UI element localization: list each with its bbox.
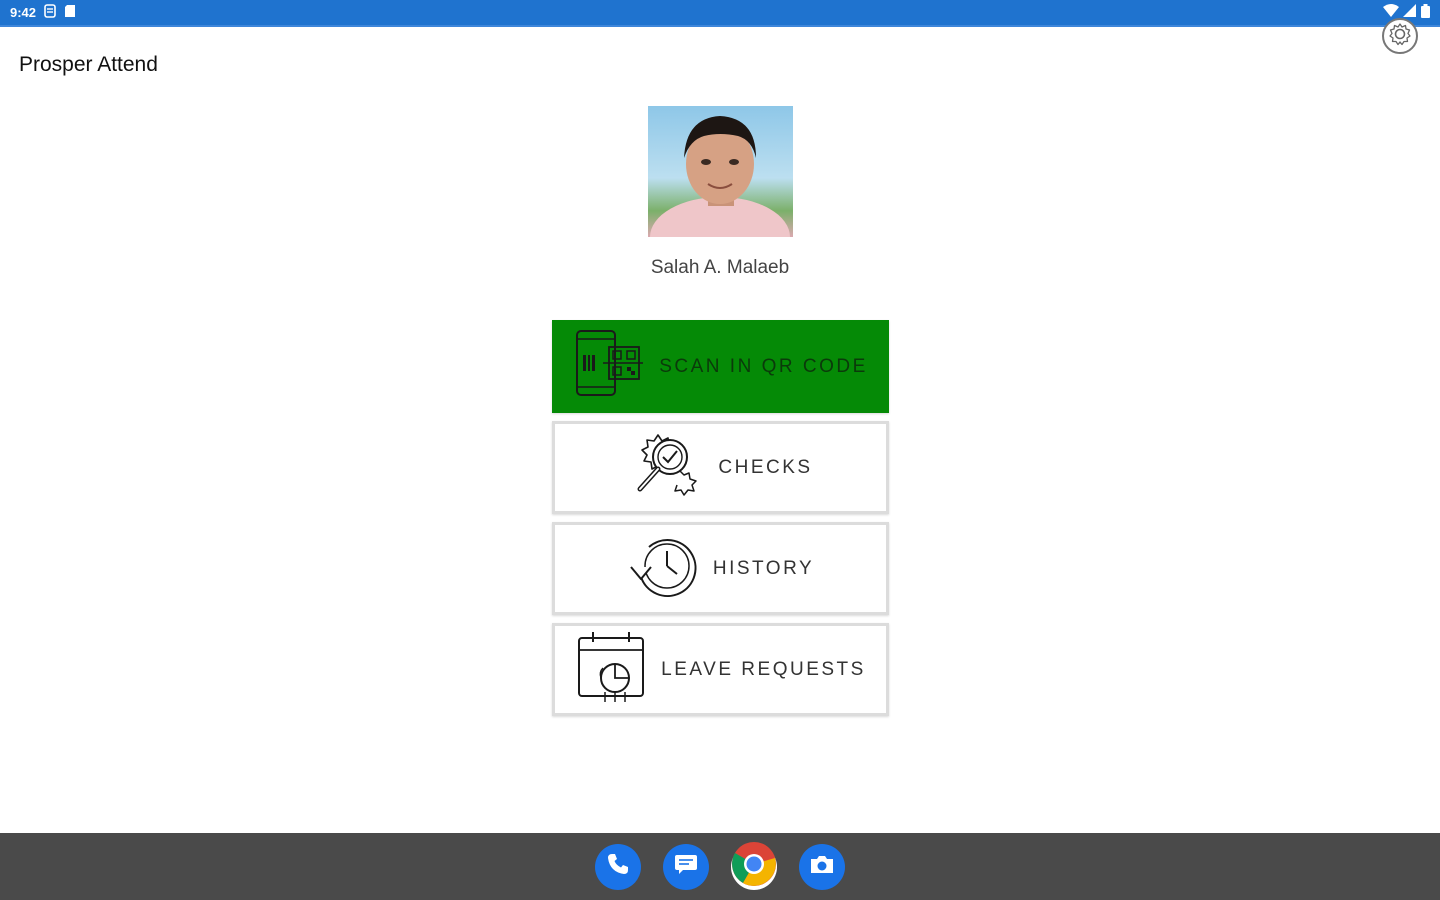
settings-button[interactable]: [1382, 18, 1418, 54]
user-name: Salah A. Malaeb: [650, 257, 790, 278]
camera-icon: [809, 853, 835, 880]
avatar: [647, 106, 793, 237]
main-menu: SCAN IN QR CODE CHECKS HISTORY LEAVE REQ…: [552, 320, 889, 724]
sd-card-icon: [64, 4, 76, 21]
app-bar: Prosper Attend: [0, 27, 1440, 102]
dock-messages[interactable]: [663, 843, 709, 890]
notification-icon: [44, 4, 56, 21]
dock-chrome[interactable]: [731, 841, 777, 892]
app-title: Prosper Attend: [19, 52, 158, 76]
gear-search-icon: [628, 429, 704, 506]
gear-icon: [1387, 21, 1413, 52]
calendar-chart-icon: [575, 630, 647, 709]
messages-icon: [673, 853, 699, 880]
chrome-icon: [731, 841, 777, 892]
status-time: 9:42: [10, 5, 37, 20]
leave-requests-label: LEAVE REQUESTS: [661, 658, 866, 680]
leave-requests-button[interactable]: LEAVE REQUESTS: [552, 623, 889, 716]
checks-label: CHECKS: [718, 456, 813, 478]
dock-phone[interactable]: [595, 843, 641, 890]
checks-button[interactable]: CHECKS: [552, 421, 889, 514]
history-button[interactable]: HISTORY: [552, 522, 889, 615]
battery-icon: [1421, 4, 1430, 21]
history-label: HISTORY: [712, 557, 815, 579]
qr-scan-icon: [573, 329, 645, 404]
phone-icon: [606, 852, 630, 881]
nav-bar: [0, 833, 1440, 900]
dock-camera[interactable]: [799, 843, 845, 890]
scan-qr-button[interactable]: SCAN IN QR CODE: [552, 320, 889, 413]
scan-qr-label: SCAN IN QR CODE: [659, 355, 868, 377]
status-bar: 9:42: [0, 0, 1440, 27]
profile-section: Salah A. Malaeb: [0, 106, 1440, 279]
history-clock-icon: [627, 533, 699, 604]
